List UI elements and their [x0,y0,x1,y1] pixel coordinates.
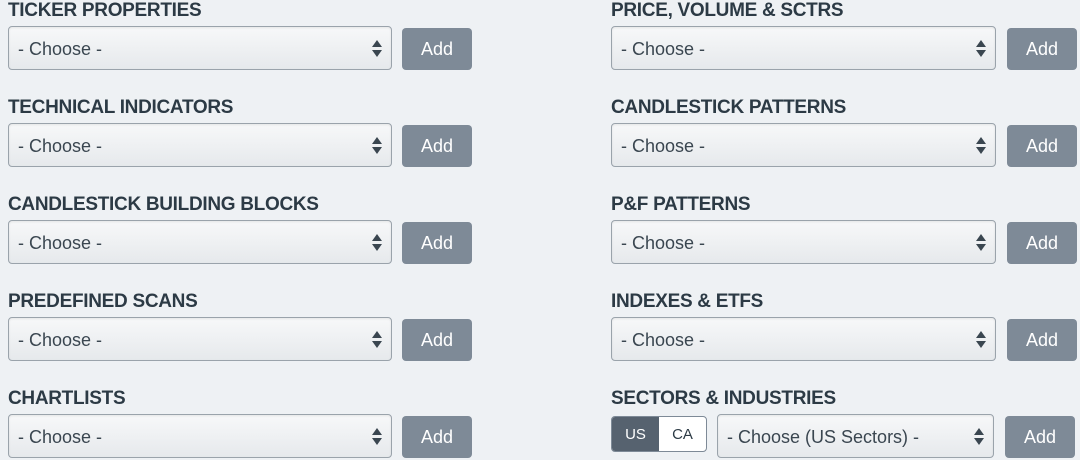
up-down-arrows-icon [976,232,986,252]
section-title: PREDEFINED SCANS [8,291,198,312]
section-title: CANDLESTICK BUILDING BLOCKS [8,194,319,215]
section-price-volume-sctrs: PRICE, VOLUME & SCTRS - Choose - Add [611,0,1077,76]
select-value: - Choose - [621,330,706,350]
up-down-arrows-icon [372,329,382,349]
select-value: - Choose - [18,330,103,350]
candlestick-building-blocks-select[interactable]: - Choose - [8,220,392,264]
toggle-ca[interactable]: CA [659,417,706,451]
predefined-scans-select[interactable]: - Choose - [8,317,392,361]
up-down-arrows-icon [372,426,382,446]
ticker-properties-add-button[interactable]: Add [402,28,472,70]
sectors-industries-select[interactable]: - Choose (US Sectors) - [717,414,994,458]
candlestick-patterns-add-button[interactable]: Add [1007,125,1077,167]
select-value: - Choose (US Sectors) - [727,427,920,447]
section-chartlists: CHARTLISTS - Choose - Add [8,388,478,460]
section-candlestick-patterns: CANDLESTICK PATTERNS - Choose - Add [611,97,1077,173]
candlestick-patterns-select[interactable]: - Choose - [611,123,996,167]
section-pf-patterns: P&F PATTERNS - Choose - Add [611,194,1077,270]
technical-indicators-add-button[interactable]: Add [402,125,472,167]
section-title: SECTORS & INDUSTRIES [611,388,836,409]
indexes-etfs-select[interactable]: - Choose - [611,317,996,361]
up-down-arrows-icon [976,38,986,58]
select-value: - Choose - [18,39,103,59]
section-technical-indicators: TECHNICAL INDICATORS - Choose - Add [8,97,478,173]
section-title: CANDLESTICK PATTERNS [611,97,847,118]
section-predefined-scans: PREDEFINED SCANS - Choose - Add [8,291,478,367]
up-down-arrows-icon [372,38,382,58]
section-title: TICKER PROPERTIES [8,0,202,21]
predefined-scans-add-button[interactable]: Add [402,319,472,361]
select-value: - Choose - [621,233,706,253]
select-value: - Choose - [18,427,103,447]
pf-patterns-add-button[interactable]: Add [1007,222,1077,264]
sectors-industries-add-button[interactable]: Add [1005,416,1075,458]
section-title: TECHNICAL INDICATORS [8,97,234,118]
section-indexes-etfs: INDEXES & ETFS - Choose - Add [611,291,1077,367]
section-candlestick-building-blocks: CANDLESTICK BUILDING BLOCKS - Choose - A… [8,194,478,270]
indexes-etfs-add-button[interactable]: Add [1007,319,1077,361]
technical-indicators-select[interactable]: - Choose - [8,123,392,167]
up-down-arrows-icon [372,232,382,252]
section-title: CHARTLISTS [8,388,126,409]
up-down-arrows-icon [974,426,984,446]
chartlists-add-button[interactable]: Add [402,416,472,458]
section-sectors-industries: SECTORS & INDUSTRIES US CA - Choose (US … [611,388,1077,460]
section-ticker-properties: TICKER PROPERTIES - Choose - Add [8,0,478,76]
toggle-us[interactable]: US [612,417,659,451]
country-toggle: US CA [611,416,707,452]
price-volume-sctrs-add-button[interactable]: Add [1007,28,1077,70]
select-value: - Choose - [18,136,103,156]
up-down-arrows-icon [372,135,382,155]
ticker-properties-select[interactable]: - Choose - [8,26,392,70]
scan-builder-panel: TICKER PROPERTIES - Choose - Add PRICE, … [0,0,1080,460]
section-title: PRICE, VOLUME & SCTRS [611,0,844,21]
up-down-arrows-icon [976,135,986,155]
candlestick-building-blocks-add-button[interactable]: Add [402,222,472,264]
up-down-arrows-icon [976,329,986,349]
select-value: - Choose - [621,39,706,59]
price-volume-sctrs-select[interactable]: - Choose - [611,26,996,70]
select-value: - Choose - [18,233,103,253]
chartlists-select[interactable]: - Choose - [8,414,392,458]
section-title: P&F PATTERNS [611,194,751,215]
pf-patterns-select[interactable]: - Choose - [611,220,996,264]
select-value: - Choose - [621,136,706,156]
section-title: INDEXES & ETFS [611,291,764,312]
